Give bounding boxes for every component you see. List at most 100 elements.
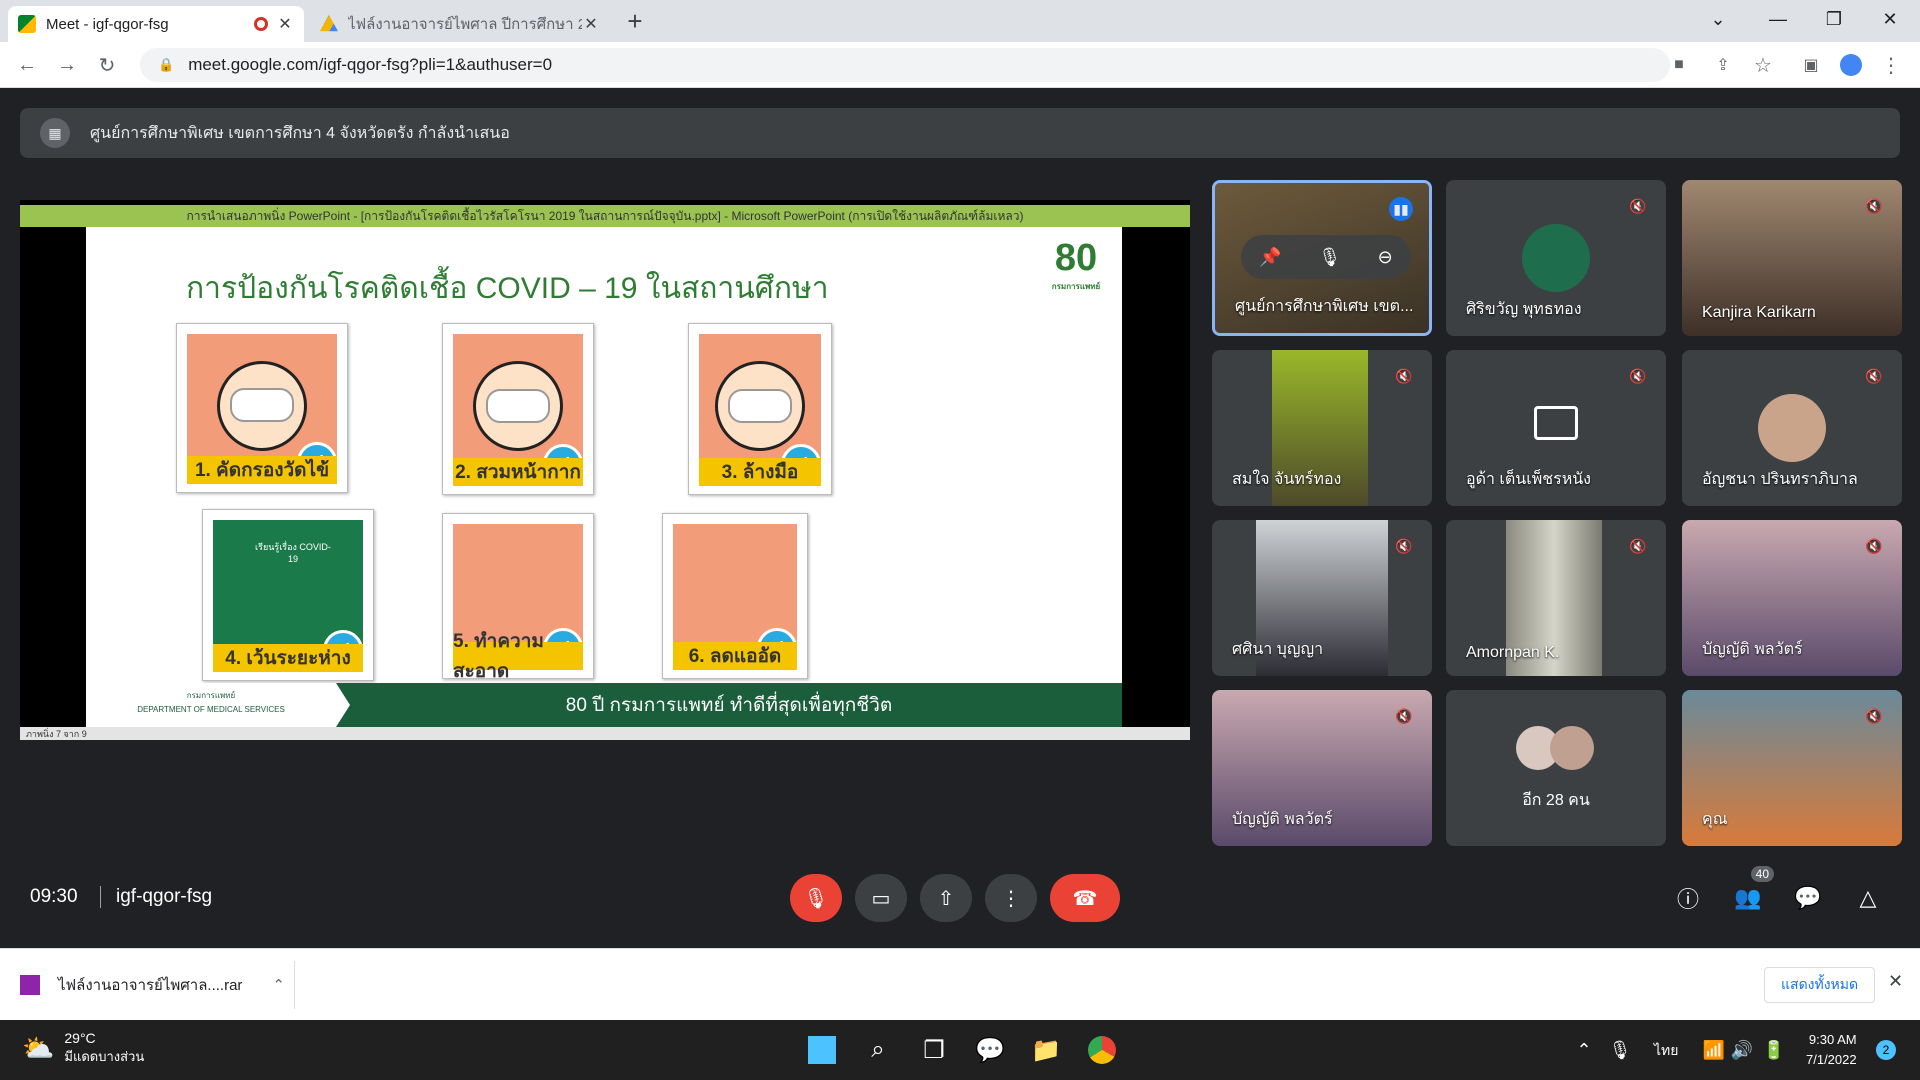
address-bar[interactable]: 🔒 meet.google.com/igf-qgor-fsg?pli=1&aut… <box>140 48 1670 82</box>
side-panel-icon[interactable]: ▣ <box>1796 50 1826 80</box>
avatar <box>1758 394 1826 462</box>
tab-meet[interactable]: Meet - igf-qgor-fsg ✕ <box>8 6 304 42</box>
meeting-details-button[interactable]: ⓘ <box>1668 878 1708 918</box>
people-button[interactable]: 👥 40 <box>1728 866 1774 918</box>
mic-off-icon: 🔇 <box>1865 367 1883 384</box>
google-drive-icon <box>320 15 338 32</box>
close-window-button[interactable]: ✕ <box>1862 0 1918 38</box>
chevron-up-icon[interactable]: ⌃ <box>272 976 285 994</box>
footer-banner: 80 ปี กรมการแพทย์ ทำดีที่สุดเพื่อทุกชีวิ… <box>336 683 1122 727</box>
new-tab-button[interactable]: + <box>618 6 652 36</box>
participant-tile[interactable]: 🔇 บัญญัติ พลวัตร์ <box>1682 520 1902 676</box>
divider <box>100 886 101 908</box>
notification-badge[interactable]: 2 <box>1876 1040 1896 1060</box>
chat-teams-icon[interactable]: 💬 <box>970 1030 1010 1070</box>
participant-tile[interactable]: 🔇 อัญชนา ปรินทราภิบาล <box>1682 350 1902 506</box>
download-filename: ไฟล์งานอาจารย์ไพศาล....rar <box>58 977 243 994</box>
participant-tile[interactable]: 🔇 Amornpan K. <box>1446 520 1666 676</box>
mic-toggle-button[interactable]: 🎙 <box>790 874 842 922</box>
tab-title: ไฟล์งานอาจารย์ไพศาล ปีการศึกษา 25 <box>348 16 582 33</box>
maximize-button[interactable]: ❐ <box>1806 0 1862 38</box>
forward-icon[interactable]: → <box>52 50 82 80</box>
present-button[interactable]: ⇧ <box>920 874 972 922</box>
slide: การป้องกันโรคติดเชื้อ COVID – 19 ในสถานศ… <box>86 227 1122 727</box>
ppt-window-title: การนำเสนอภาพนิ่ง PowerPoint - [การป้องกั… <box>186 208 1024 223</box>
card-cleaning: ✓ 5. ทำความสะอาด <box>442 513 594 682</box>
chat-button[interactable]: 💬 <box>1788 878 1828 918</box>
presentation-screen[interactable]: การนำเสนอภาพนิ่ง PowerPoint - [การป้องกั… <box>20 200 1190 740</box>
participant-tile[interactable]: 🔇 ศศินา บุญญา <box>1212 520 1432 676</box>
more-vert-icon: ⋮ <box>1001 887 1021 910</box>
more-options-button[interactable]: ⋮ <box>985 874 1037 922</box>
start-icon[interactable] <box>802 1030 842 1070</box>
close-download-bar-icon[interactable]: ✕ <box>1888 971 1903 992</box>
mic-off-icon: 🔇 <box>1865 707 1883 724</box>
people-icon: 👥 <box>1734 885 1762 910</box>
participant-tile[interactable]: ▮▮ 📌 🎙 ⊖ ศูนย์การศึกษาพิเศษ เขต... <box>1212 180 1432 336</box>
mic-off-icon: 🔇 <box>1395 707 1413 724</box>
profile-avatar[interactable] <box>1836 50 1866 80</box>
activities-button[interactable]: △ <box>1848 878 1888 918</box>
show-all-button[interactable]: แสดงทั้งหมด <box>1764 967 1876 1003</box>
participant-name: อัญชนา ปรินทราภิบาล <box>1702 471 1858 488</box>
file-explorer-icon[interactable]: 📁 <box>1026 1030 1066 1070</box>
windows-taskbar: ⛅ 29°C มีแดดบางส่วน ⌕ ❐ 💬 📁 ⌃ 🎙 ไทย 📶 🔊 … <box>0 1020 1920 1080</box>
participant-name: อีก 28 คน <box>1522 792 1590 809</box>
back-icon[interactable]: ← <box>12 50 42 80</box>
more-participants-tile[interactable]: อีก 28 คน <box>1446 690 1666 846</box>
participant-tile[interactable]: 🔇 ศิริขวัญ พุทธทอง <box>1446 180 1666 336</box>
pin-icon[interactable]: 📌 <box>1259 247 1281 268</box>
weather-widget[interactable]: ⛅ 29°C มีแดดบางส่วน <box>22 1030 144 1067</box>
weather-cloud-icon: ⛅ <box>22 1033 55 1063</box>
self-tile[interactable]: 🔇 คุณ <box>1682 690 1902 846</box>
system-clock[interactable]: 9:30 AM 7/1/2022 <box>1806 1030 1857 1070</box>
download-item[interactable]: ไฟล์งานอาจารย์ไพศาล....rar ⌃ <box>20 969 285 1001</box>
reload-icon[interactable]: ↻ <box>92 50 122 80</box>
tab-search-icon[interactable]: ⌄ <box>1690 0 1746 38</box>
participant-tile[interactable]: 🔇 บัญญัติ พลวัตร์ <box>1212 690 1432 846</box>
battery-icon[interactable]: 🔋 <box>1754 1030 1794 1070</box>
participant-tile[interactable]: 🔇 อูด้า เต็นเพ็ชรหนัง <box>1446 350 1666 506</box>
presenting-banner: ▦ ศูนย์การศึกษาพิเศษ เขตการศึกษา 4 จังหว… <box>20 108 1900 158</box>
microphone-icon[interactable]: 🎙 <box>1600 1030 1640 1070</box>
avatar <box>1522 224 1590 292</box>
mic-icon[interactable]: 🎙 <box>1318 247 1341 268</box>
recording-icon <box>254 17 268 31</box>
activities-icon: △ <box>1859 885 1877 910</box>
tile-hover-controls: 📌 🎙 ⊖ <box>1241 235 1411 279</box>
avatar <box>1550 726 1594 770</box>
mic-off-icon: 🔇 <box>1629 197 1647 214</box>
menu-icon[interactable]: ⋮ <box>1876 50 1906 80</box>
card-distancing: เรียนรู้เรื่อง COVID-19 ✓ 4. เว้นระยะห่า… <box>202 509 374 681</box>
task-view-icon[interactable]: ❐ <box>914 1030 954 1070</box>
dept-label: กรมการแพทย์ DEPARTMENT OF MEDICAL SERVIC… <box>137 691 285 714</box>
share-icon[interactable]: ⇪ <box>1708 50 1738 80</box>
chat-icon: 💬 <box>1794 885 1822 910</box>
participant-tile[interactable]: 🔇 Kanjira Karikarn <box>1682 180 1902 336</box>
participant-name: อูด้า เต็นเพ็ชรหนัง <box>1466 471 1591 488</box>
close-tab-icon[interactable]: ✕ <box>276 14 294 34</box>
close-tab-icon[interactable]: ✕ <box>582 14 600 34</box>
card-crowding: ✓ 6. ลดแออัด <box>662 513 808 679</box>
card-mask: ✓ 2. สวมหน้ากาก <box>442 323 594 495</box>
mic-off-icon: 🔇 <box>1865 197 1883 214</box>
bookmark-star-icon[interactable]: ☆ <box>1748 50 1778 80</box>
presenter-avatar: ▦ <box>40 118 70 148</box>
dms-80-logo: 80 กรมการแพทย์ <box>1051 237 1101 291</box>
tab-drive[interactable]: ไฟล์งานอาจารย์ไพศาล ปีการศึกษา 25 ✕ <box>310 6 610 42</box>
leave-call-button[interactable]: ☎ <box>1050 874 1120 922</box>
remove-icon[interactable]: ⊖ <box>1378 247 1393 268</box>
speaking-indicator-icon: ▮▮ <box>1389 197 1413 221</box>
minimize-button[interactable]: — <box>1750 0 1806 38</box>
camera-toggle-button[interactable]: ▭ <box>855 874 907 922</box>
weather-text: มีแดดบางส่วน <box>64 1049 145 1064</box>
lock-icon: 🔒 <box>158 57 175 72</box>
google-meet-icon <box>18 15 36 33</box>
tray-chevron-icon[interactable]: ⌃ <box>1564 1030 1604 1070</box>
card-handwash: ✓ 3. ล้างมือ <box>688 323 832 495</box>
participant-tile[interactable]: 🔇 สมใจ จันทร์ทอง <box>1212 350 1432 506</box>
chrome-icon[interactable] <box>1082 1030 1122 1070</box>
camera-in-use-icon[interactable]: ■ <box>1664 50 1694 80</box>
search-icon[interactable]: ⌕ <box>858 1030 898 1070</box>
language-indicator[interactable]: ไทย <box>1654 1040 1678 1062</box>
